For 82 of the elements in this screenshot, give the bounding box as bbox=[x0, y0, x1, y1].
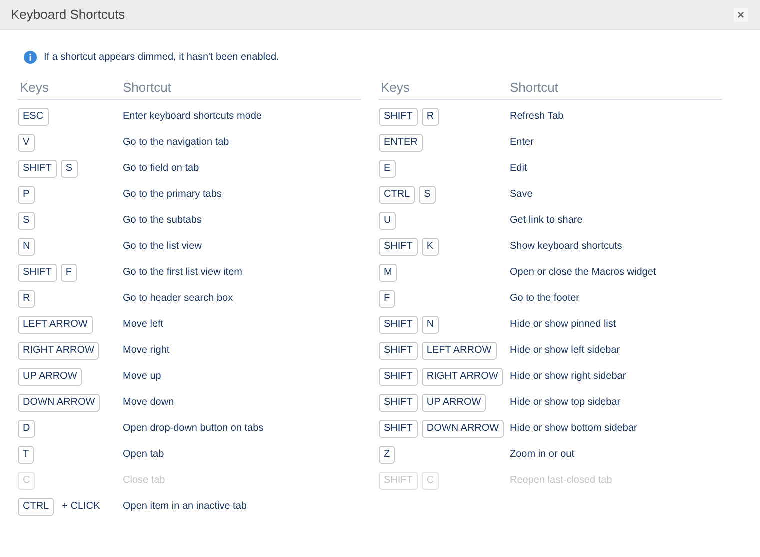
key-cap: SHIFT bbox=[379, 368, 418, 386]
key-cap: RIGHT ARROW bbox=[18, 342, 100, 360]
key-cap: SHIFT bbox=[379, 420, 418, 438]
shortcut-description: Open or close the Macros widget bbox=[510, 266, 656, 280]
shortcut-description: Go to the list view bbox=[123, 240, 202, 254]
shortcut-description: Enter keyboard shortcuts mode bbox=[123, 110, 262, 124]
key-cap: CTRL bbox=[18, 498, 54, 516]
info-icon bbox=[24, 51, 37, 64]
shortcut-description: Enter bbox=[510, 136, 534, 150]
shortcut-description: Open item in an inactive tab bbox=[123, 500, 247, 514]
key-cap: U bbox=[379, 212, 396, 230]
shortcut-description: Open tab bbox=[123, 448, 164, 462]
key-cap: SHIFT bbox=[379, 108, 418, 126]
key-cap: DOWN ARROW bbox=[422, 420, 504, 438]
key-cap: F bbox=[60, 264, 77, 282]
key-cap: LEFT ARROW bbox=[18, 316, 93, 334]
key-cap: P bbox=[18, 186, 35, 204]
shortcut-description: Hide or show pinned list bbox=[510, 318, 616, 332]
shortcut-description: Move right bbox=[123, 344, 170, 358]
shortcut-description: Hide or show left sidebar bbox=[510, 344, 620, 358]
key-cap: D bbox=[18, 420, 36, 438]
key-cap: R bbox=[18, 290, 36, 308]
shortcut-description: Edit bbox=[510, 162, 528, 176]
key-cap: UP ARROW bbox=[18, 368, 82, 386]
key-cap: SHIFT bbox=[379, 316, 418, 334]
key-cap: R bbox=[422, 108, 440, 126]
key-cap: SHIFT bbox=[18, 160, 57, 178]
shortcut-description: Go to the primary tabs bbox=[123, 188, 222, 202]
key-cap: N bbox=[422, 316, 440, 334]
key-cap: S bbox=[60, 160, 78, 178]
key-cap: DOWN ARROW bbox=[18, 394, 100, 412]
key-cap: SHIFT bbox=[18, 264, 57, 282]
notice-text: If a shortcut appears dimmed, it hasn't been enabled. bbox=[44, 51, 280, 65]
key-cap: C bbox=[422, 472, 440, 490]
shortcut-description: Go to the subtabs bbox=[123, 214, 202, 228]
key-cap: CTRL bbox=[379, 186, 416, 204]
shortcut-description: Go to the first list view item bbox=[123, 266, 242, 280]
shortcut-description: Reopen last-closed tab bbox=[510, 474, 612, 488]
key-combo-text: + CLICK bbox=[62, 500, 100, 514]
key-cap: S bbox=[18, 212, 35, 230]
shortcut-description: Open drop-down button on tabs bbox=[123, 422, 264, 436]
shortcut-description: Get link to share bbox=[510, 214, 583, 228]
shortcut-description: Save bbox=[510, 188, 533, 202]
key-cap: V bbox=[18, 134, 35, 152]
key-cap: C bbox=[18, 472, 36, 490]
shortcut-description: Go to the navigation tab bbox=[123, 136, 230, 150]
column-header: Shortcut bbox=[123, 79, 172, 97]
shortcut-description: Hide or show top sidebar bbox=[510, 396, 621, 410]
shortcut-description: Go to the footer bbox=[510, 292, 580, 306]
shortcut-description: Move down bbox=[123, 396, 174, 410]
window-title: Keyboard Shortcuts bbox=[11, 6, 126, 24]
shortcut-description: Go to field on tab bbox=[123, 162, 200, 176]
key-cap: ESC bbox=[18, 108, 49, 126]
key-cap: Z bbox=[379, 446, 396, 464]
key-cap: F bbox=[379, 290, 396, 308]
key-cap: M bbox=[379, 264, 398, 282]
column-header: Shortcut bbox=[510, 79, 558, 97]
shortcut-description: Refresh Tab bbox=[510, 110, 564, 124]
key-cap: SHIFT bbox=[379, 342, 418, 360]
column-header: Keys bbox=[19, 79, 50, 97]
shortcut-description: Hide or show right sidebar bbox=[510, 370, 626, 384]
key-cap: RIGHT ARROW bbox=[422, 368, 504, 386]
key-cap: ENTER bbox=[379, 134, 423, 152]
key-cap: UP ARROW bbox=[422, 394, 486, 412]
shortcut-description: Show keyboard shortcuts bbox=[510, 240, 622, 254]
key-cap: N bbox=[18, 238, 36, 256]
key-cap: K bbox=[422, 238, 439, 256]
close-button[interactable]: × bbox=[734, 8, 748, 22]
shortcut-description: Move up bbox=[123, 370, 162, 384]
shortcut-description: Go to header search box bbox=[123, 292, 234, 306]
key-cap: SHIFT bbox=[379, 238, 418, 256]
shortcut-description: Hide or show bottom sidebar bbox=[510, 422, 638, 436]
key-cap: SHIFT bbox=[379, 472, 418, 490]
key-cap: T bbox=[18, 446, 34, 464]
key-cap: S bbox=[419, 186, 436, 204]
key-cap: LEFT ARROW bbox=[422, 342, 497, 360]
key-cap: E bbox=[379, 160, 396, 178]
shortcut-description: Close tab bbox=[123, 474, 166, 488]
shortcut-description: Zoom in or out bbox=[510, 448, 574, 462]
column-header: Keys bbox=[380, 79, 411, 97]
key-cap: SHIFT bbox=[379, 394, 418, 412]
shortcut-description: Move left bbox=[123, 318, 164, 332]
